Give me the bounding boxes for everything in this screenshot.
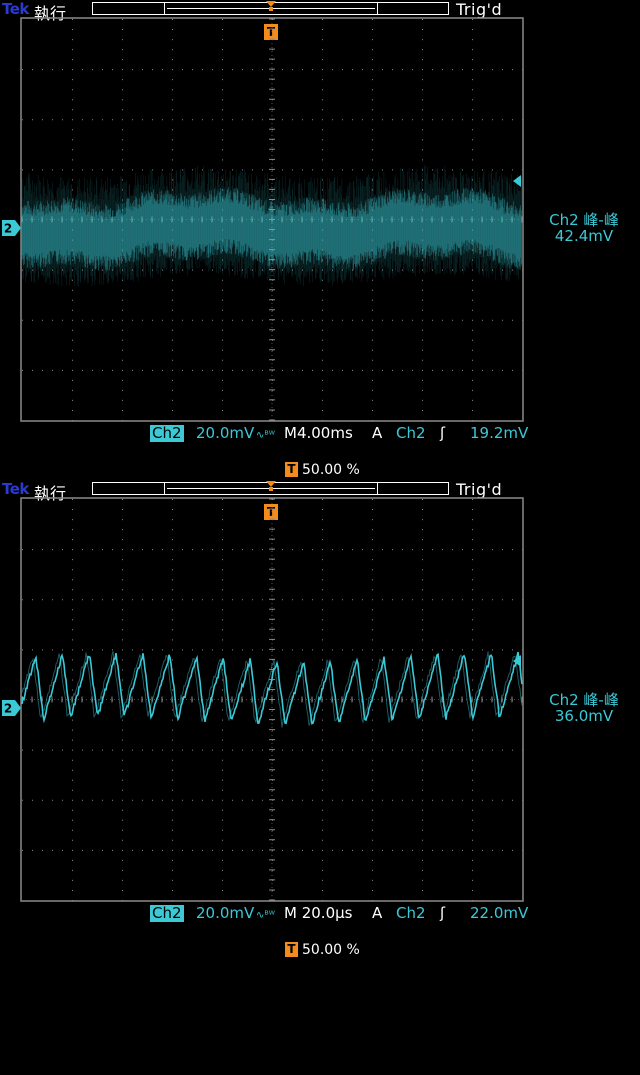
trigger-position-value: 50.00 %: [302, 942, 360, 958]
channel-marker-label: 2: [4, 222, 12, 236]
volts-per-div: 20.0mV: [196, 424, 255, 442]
bandwidth-limit-icon: ∿ᴮᵂ: [256, 430, 275, 441]
trigger-source: Ch2: [396, 424, 426, 442]
scope-screen-2: Tek 執行 Trig'd T 2 Ch2 峰-峰 36.0mV Ch2 20.…: [0, 480, 640, 960]
trigger-type: A: [372, 424, 383, 442]
trigger-marker-badge: T: [285, 462, 298, 477]
channel-2-ground-marker[interactable]: 2: [2, 220, 21, 236]
trigger-position-value: 50.00 %: [302, 462, 360, 478]
trigger-level-marker[interactable]: [511, 175, 521, 187]
channel-badge: Ch2: [150, 904, 184, 922]
trigger-level: 22.0mV: [470, 904, 529, 922]
trigger-marker-badge: T: [285, 942, 298, 957]
measurement-value: 36.0mV: [554, 707, 614, 725]
channel-badge: Ch2: [150, 424, 184, 442]
trigger-level: 19.2mV: [470, 424, 529, 442]
measurement-label: Ch2 峰-峰: [549, 211, 619, 229]
bandwidth-limit-icon: ∿ᴮᵂ: [256, 910, 275, 921]
status-bar: Ch2 20.0mV ∿ᴮᵂ M4.00ms A Ch2 ʃ 19.2mV: [150, 424, 528, 442]
scope-screen-1: Tek 執行 Trig'd T 2 Ch2 峰-峰 42.4mV Ch2 20.…: [0, 0, 640, 480]
channel-marker-label: 2: [4, 702, 12, 716]
channel-2-ground-marker[interactable]: 2: [2, 700, 21, 716]
trigger-point-icon: [266, 481, 276, 491]
trigger-source: Ch2: [396, 904, 426, 922]
status-bar: Ch2 20.0mV ∿ᴮᵂ M 20.0µs A Ch2 ʃ 22.0mV: [150, 904, 528, 922]
tek-logo: Tek: [2, 480, 29, 498]
measurement-readout: Ch2 峰-峰 42.4mV: [528, 212, 640, 244]
trigger-point-icon: [266, 1, 276, 11]
graticule: [20, 497, 524, 902]
timebase: M4.00ms: [284, 424, 353, 442]
measurement-label: Ch2 峰-峰: [549, 691, 619, 709]
graticule: [20, 17, 524, 422]
tek-logo: Tek: [2, 0, 29, 18]
trigger-slope-icon: ʃ: [440, 424, 446, 442]
trigger-level-marker[interactable]: [511, 655, 521, 667]
measurement-value: 42.4mV: [554, 227, 614, 245]
trigger-slope-icon: ʃ: [440, 904, 446, 922]
timebase: M 20.0µs: [284, 904, 353, 922]
trigger-position-readout: T 50.00 %: [285, 461, 360, 479]
trigger-type: A: [372, 904, 383, 922]
measurement-readout: Ch2 峰-峰 36.0mV: [528, 692, 640, 724]
volts-per-div: 20.0mV: [196, 904, 255, 922]
trigger-position-readout: T 50.00 %: [285, 941, 360, 959]
